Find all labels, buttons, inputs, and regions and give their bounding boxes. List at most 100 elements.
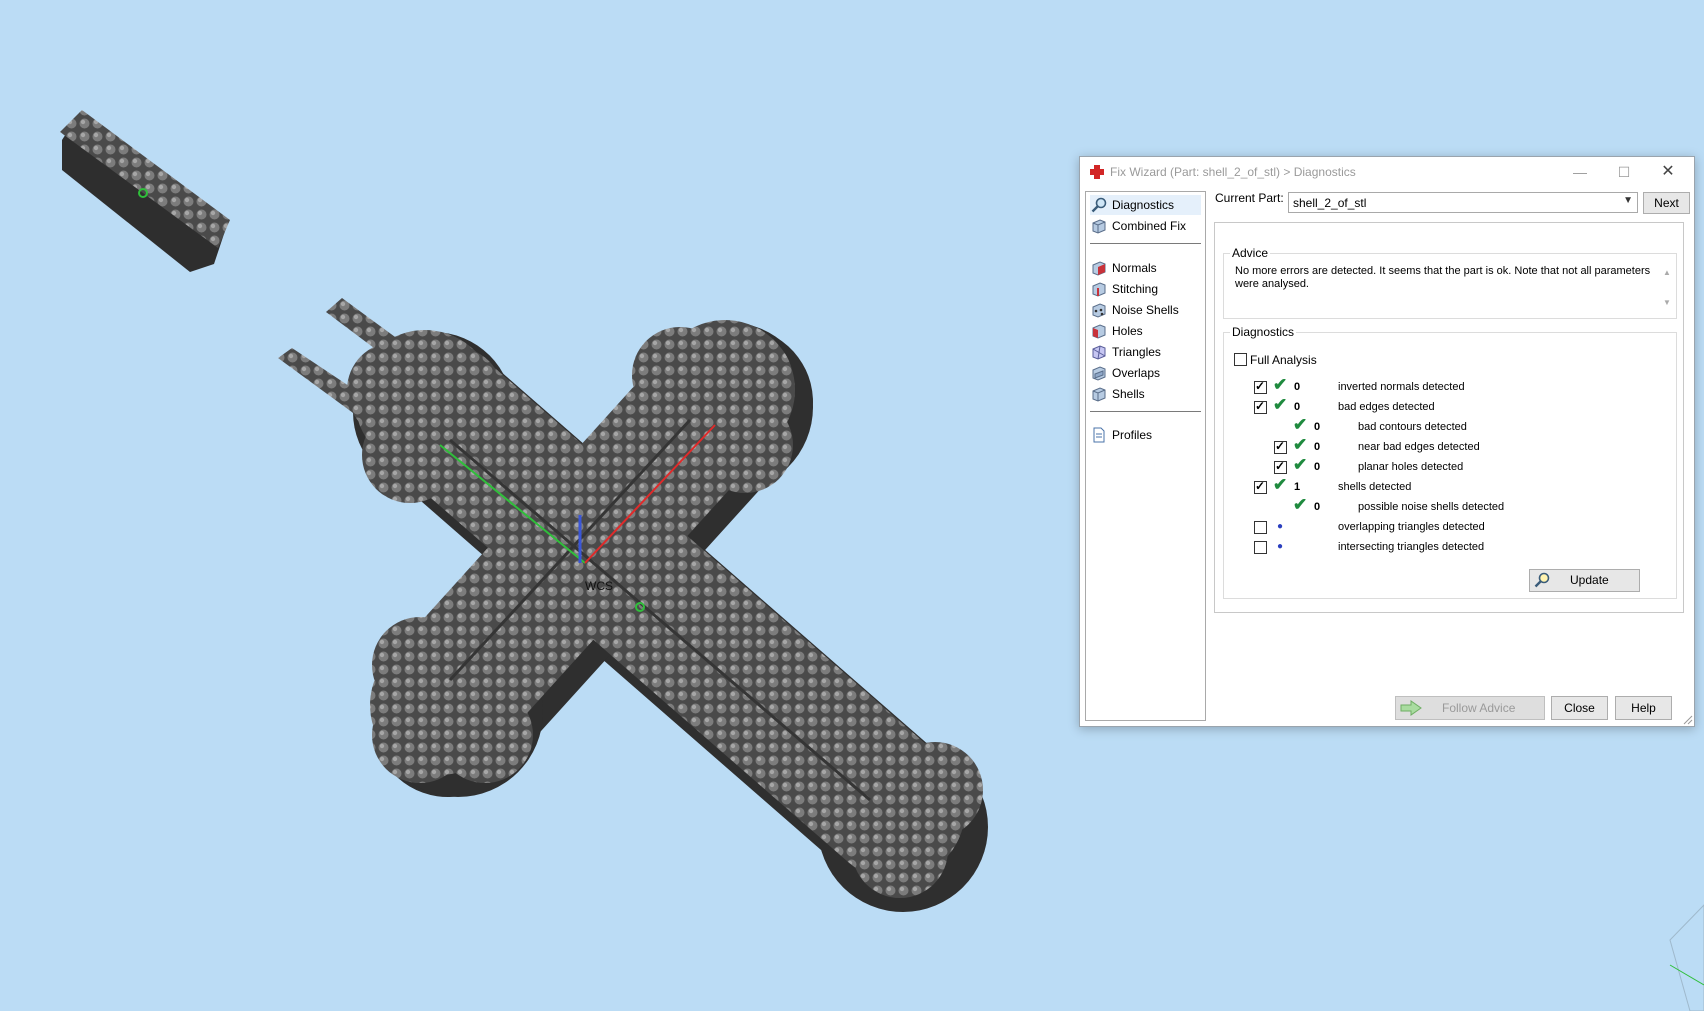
diagnostics-panel: Advice No more errors are detected. It s… [1214, 222, 1684, 613]
nav-item-diagnostics[interactable]: Diagnostics [1090, 195, 1201, 215]
advice-title: Advice [1230, 246, 1271, 260]
row-label: near bad edges detected [1358, 441, 1480, 453]
update-label: Update [1570, 573, 1609, 587]
nav-label: Holes [1112, 324, 1143, 338]
wizard-nav: Diagnostics Combined Fix Normals Stitchi… [1085, 191, 1206, 721]
medical-cross-icon [1090, 165, 1104, 179]
scroll-up-icon[interactable]: ▲ [1663, 268, 1671, 277]
minimize-button[interactable]: — [1558, 157, 1602, 187]
nav-item-overlaps[interactable]: Overlaps [1090, 363, 1201, 383]
cross-pendant-model[interactable] [347, 320, 988, 912]
nav-item-combined-fix[interactable]: Combined Fix [1090, 216, 1201, 236]
cube-red-face-icon [1092, 261, 1106, 276]
check-icon: ✔ [1273, 395, 1288, 414]
nav-label: Shells [1112, 387, 1145, 401]
row-count: 0 [1314, 421, 1321, 433]
row-label: intersecting triangles detected [1338, 541, 1485, 553]
diag-row-bad-edges: ✔ 0 bad edges detected [1224, 395, 1674, 417]
check-icon: ✔ [1273, 475, 1288, 494]
check-icon: ✔ [1293, 435, 1308, 454]
cube-icon [1092, 219, 1106, 234]
cube-dots-icon [1092, 303, 1106, 318]
close-window-button[interactable]: ✕ [1646, 157, 1690, 187]
current-part-select[interactable]: shell_2_of_stl ▼ [1288, 192, 1638, 213]
close-button[interactable]: Close [1551, 696, 1608, 720]
ring-model[interactable] [60, 110, 230, 272]
nav-label: Triangles [1112, 345, 1161, 359]
advice-scrollbar[interactable]: ▲ ▼ [1659, 254, 1676, 318]
row-label: shells detected [1338, 481, 1412, 493]
row-label: bad contours detected [1358, 421, 1467, 433]
maximize-button[interactable]: ☐ [1602, 157, 1646, 187]
advice-group: Advice No more errors are detected. It s… [1223, 246, 1677, 319]
row-label: overlapping triangles detected [1338, 521, 1485, 533]
help-button[interactable]: Help [1615, 696, 1672, 720]
row-count: 0 [1314, 441, 1321, 453]
row-checkbox[interactable] [1254, 399, 1267, 414]
chevron-down-icon: ▼ [1623, 195, 1633, 206]
nav-label: Combined Fix [1112, 219, 1187, 233]
row-checkbox[interactable] [1274, 459, 1287, 474]
nav-label: Overlaps [1112, 366, 1161, 380]
diag-row-inverted-normals: ✔ 0 inverted normals detected [1224, 375, 1674, 397]
fix-wizard-dialog: Fix Wizard (Part: shell_2_of_stl) > Diag… [1079, 156, 1695, 727]
diagnostics-title: Diagnostics [1230, 325, 1297, 339]
row-label: planar holes detected [1358, 461, 1464, 473]
nav-item-stitching[interactable]: Stitching [1090, 279, 1201, 299]
row-checkbox[interactable] [1254, 541, 1267, 554]
title-bar[interactable]: Fix Wizard (Part: shell_2_of_stl) > Diag… [1080, 157, 1694, 187]
follow-advice-button[interactable]: Follow Advice [1395, 696, 1545, 720]
nav-item-triangles[interactable]: Triangles [1090, 342, 1201, 362]
row-checkbox[interactable] [1254, 479, 1267, 494]
diagnostics-group: Diagnostics Full Analysis ✔ 0 inverted n… [1223, 325, 1677, 599]
update-button[interactable]: Update [1529, 569, 1640, 592]
window-title: Fix Wizard (Part: shell_2_of_stl) > Diag… [1110, 165, 1356, 179]
row-label: inverted normals detected [1338, 381, 1465, 393]
cube-hole-icon [1092, 324, 1106, 339]
pending-dot-icon: ● [1277, 541, 1284, 552]
triad-label: WCS [585, 579, 613, 593]
diag-row-shells: ✔ 1 shells detected [1224, 475, 1674, 497]
scroll-down-icon[interactable]: ▼ [1663, 298, 1671, 307]
shells-icon [1092, 387, 1106, 402]
nav-label: Normals [1112, 261, 1157, 275]
view-cube[interactable] [1669, 904, 1704, 1011]
row-label: bad edges detected [1338, 401, 1435, 413]
pending-dot-icon: ● [1277, 521, 1284, 532]
cube-stitch-icon [1092, 282, 1106, 297]
row-label: possible noise shells detected [1358, 501, 1505, 513]
nav-label: Noise Shells [1112, 303, 1179, 317]
nav-item-holes[interactable]: Holes [1090, 321, 1201, 341]
overlaps-icon [1092, 366, 1106, 381]
nav-label: Stitching [1112, 282, 1159, 296]
row-checkbox[interactable] [1274, 439, 1287, 454]
nav-item-noise-shells[interactable]: Noise Shells [1090, 300, 1201, 320]
check-icon: ✔ [1293, 495, 1308, 514]
full-analysis-checkbox[interactable] [1234, 353, 1247, 366]
diag-row-overlapping-triangles: ● overlapping triangles detected [1224, 519, 1674, 537]
row-count: 0 [1294, 401, 1301, 413]
current-part-label: Current Part: [1215, 191, 1284, 205]
diag-row-near-bad-edges: ✔ 0 near bad edges detected [1224, 435, 1674, 457]
row-count: 0 [1294, 381, 1301, 393]
check-icon: ✔ [1293, 455, 1308, 474]
full-analysis-label: Full Analysis [1250, 353, 1317, 367]
nav-label: Profiles [1112, 428, 1153, 442]
magnifier-icon [1534, 572, 1550, 588]
magnifier-icon [1091, 197, 1107, 213]
nav-label: Diagnostics [1112, 198, 1175, 212]
follow-advice-label: Follow Advice [1442, 701, 1516, 715]
nav-item-normals[interactable]: Normals [1090, 258, 1201, 278]
nav-item-profiles[interactable]: Profiles [1090, 425, 1201, 445]
row-checkbox[interactable] [1254, 379, 1267, 394]
document-icon [1093, 427, 1105, 443]
row-count: 1 [1294, 481, 1301, 493]
resize-grip-icon[interactable] [1683, 715, 1693, 725]
advice-text: No more errors are detected. It seems th… [1235, 265, 1651, 290]
check-icon: ✔ [1273, 375, 1288, 394]
diag-row-intersecting-triangles: ● intersecting triangles detected [1224, 539, 1674, 557]
row-checkbox[interactable] [1254, 521, 1267, 534]
next-button[interactable]: Next [1643, 192, 1690, 214]
diag-row-noise-shells: ✔ 0 possible noise shells detected [1224, 495, 1674, 517]
nav-item-shells[interactable]: Shells [1090, 384, 1201, 404]
